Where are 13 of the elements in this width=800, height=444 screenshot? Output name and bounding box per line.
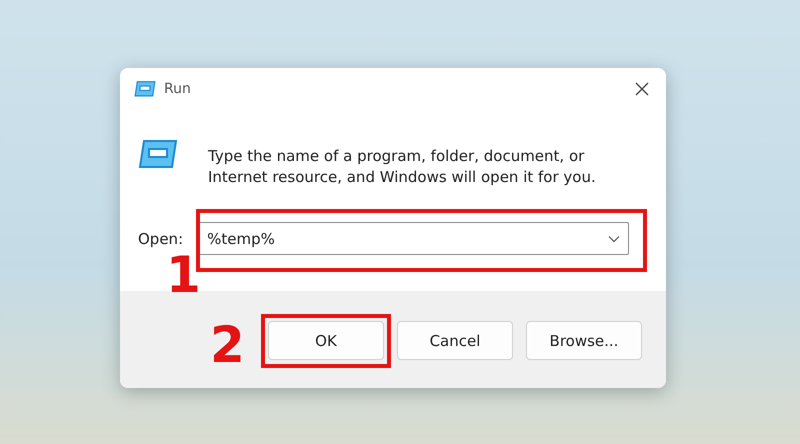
- dialog-button[interactable]: Cancel: [397, 321, 513, 360]
- window-title: Run: [164, 81, 191, 97]
- run-icon: [138, 138, 178, 170]
- description-text: Type the name of a program, folder, document, or Internet resource, and Windows will open it for you.: [208, 146, 597, 188]
- dialog-button[interactable]: OK: [268, 321, 384, 360]
- open-label: Open:: [138, 230, 184, 248]
- close-icon: [634, 81, 650, 97]
- open-field[interactable]: %temp%: [197, 222, 630, 255]
- run-icon: [134, 80, 156, 98]
- step-number: 2: [210, 320, 245, 370]
- field-value: %temp%: [207, 230, 275, 248]
- dialog-button[interactable]: Browse...: [526, 321, 642, 360]
- dropdown-chevron-icon[interactable]: [608, 234, 620, 242]
